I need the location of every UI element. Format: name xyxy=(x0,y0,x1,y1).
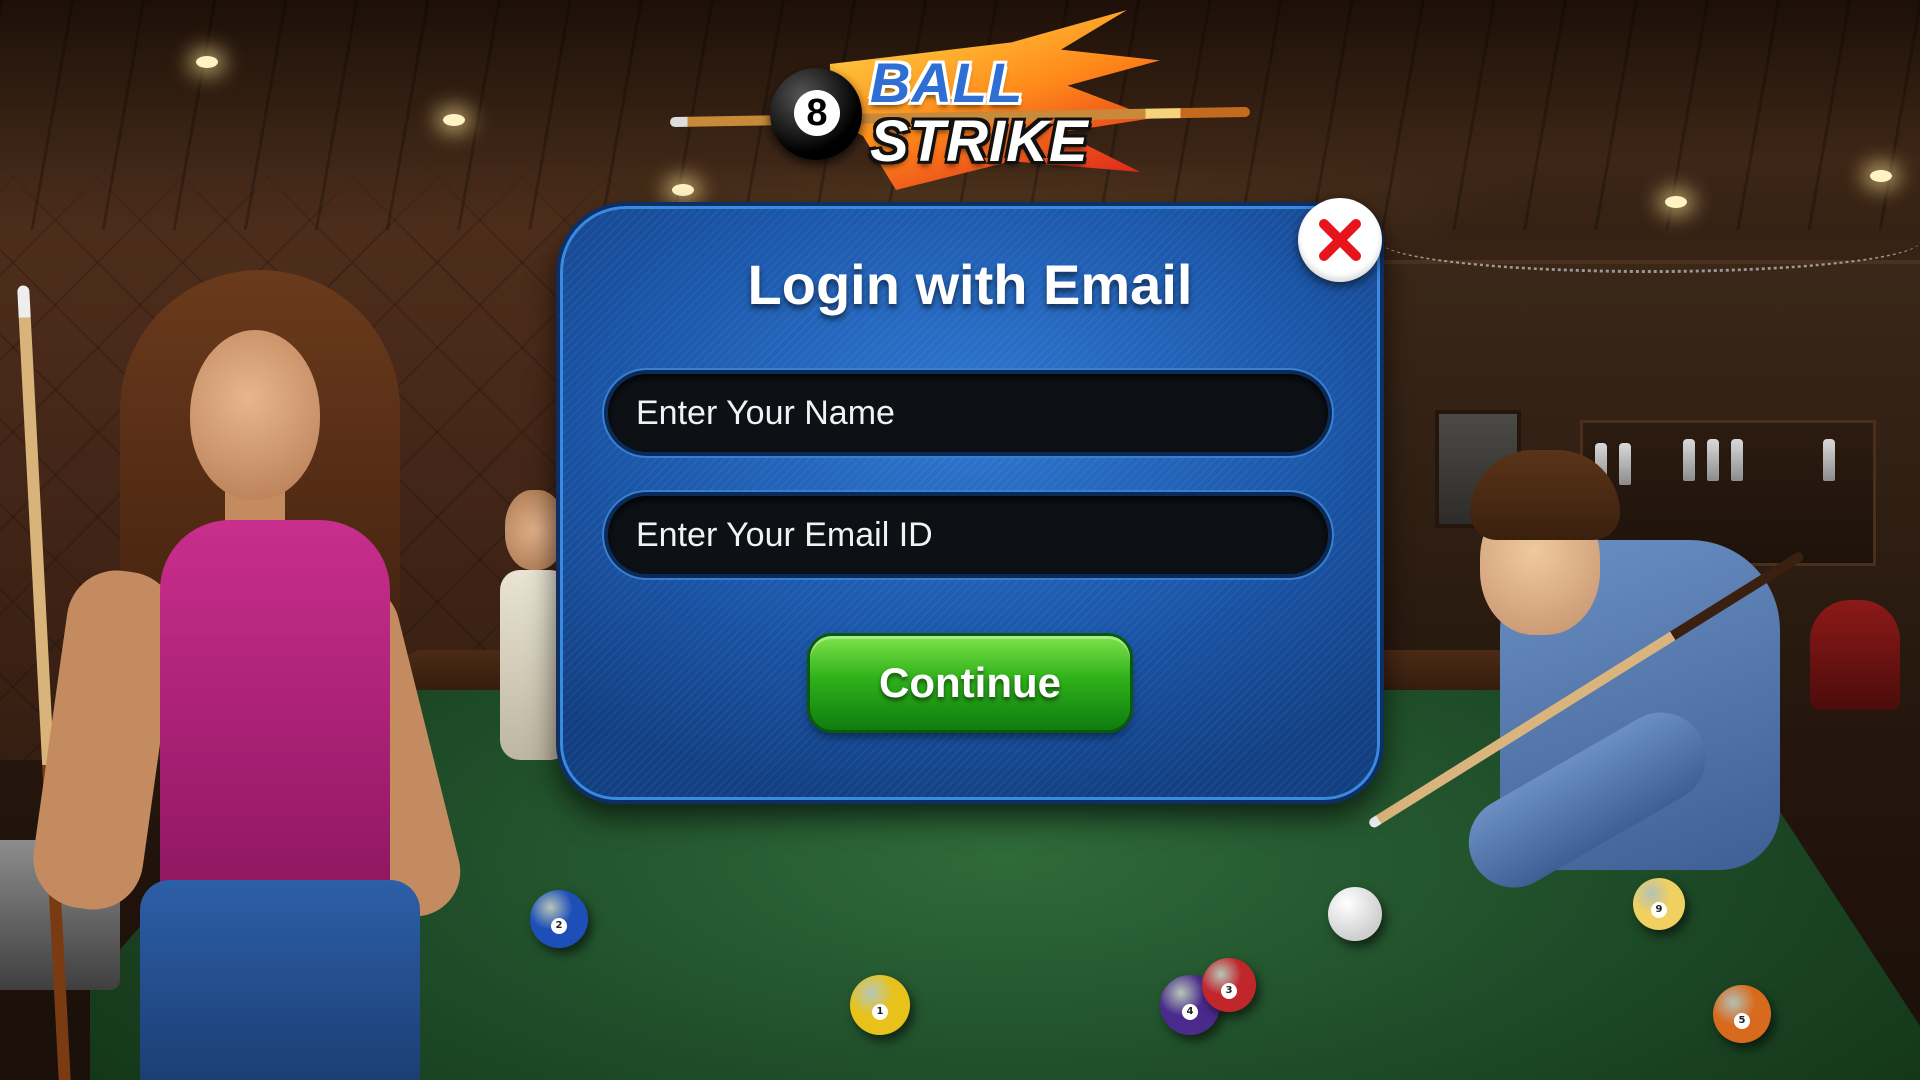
ceiling-spotlight xyxy=(443,114,465,126)
pool-ball: 5 xyxy=(1713,985,1771,1043)
woman-jeans xyxy=(140,880,420,1080)
pool-ball: 1 xyxy=(850,975,910,1035)
ball-number: 1 xyxy=(872,1004,888,1021)
game-logo: 8 BALL STRIKE xyxy=(669,0,1260,200)
close-button[interactable] xyxy=(1298,198,1382,282)
ceiling-spotlight xyxy=(196,56,218,68)
login-dialog: Login with Email Continue xyxy=(556,202,1384,804)
logo-word-strike: STRIKE xyxy=(870,109,1089,174)
ball-number: 5 xyxy=(1734,1012,1750,1029)
eight-ball-icon: 8 xyxy=(770,68,862,160)
email-field xyxy=(608,496,1328,574)
ceiling-spotlight xyxy=(1870,170,1892,182)
name-field xyxy=(608,374,1328,452)
hanging-chain xyxy=(1380,210,1920,273)
close-x-icon xyxy=(1319,219,1361,261)
dialog-title: Login with Email xyxy=(747,253,1193,316)
continue-button[interactable]: Continue xyxy=(810,636,1130,730)
eight-ball-number: 8 xyxy=(794,90,840,136)
man-hair xyxy=(1470,450,1620,540)
logo-word-ball: BALL xyxy=(870,51,1024,114)
woman-player xyxy=(10,270,530,1080)
pool-ball: 3 xyxy=(1202,958,1256,1012)
ball-number: 2 xyxy=(551,917,567,934)
cue-ball xyxy=(1328,887,1382,941)
ceiling-spotlight xyxy=(1665,196,1687,208)
ball-number: 9 xyxy=(1651,902,1667,919)
ball-number: 4 xyxy=(1182,1004,1198,1021)
email-input[interactable] xyxy=(608,496,1328,574)
man-player xyxy=(1440,450,1880,904)
woman-pink-top xyxy=(160,520,390,900)
ball-number: 3 xyxy=(1221,983,1237,1000)
woman-face xyxy=(190,330,320,500)
name-input[interactable] xyxy=(608,374,1328,452)
pool-ball: 2 xyxy=(530,890,588,948)
